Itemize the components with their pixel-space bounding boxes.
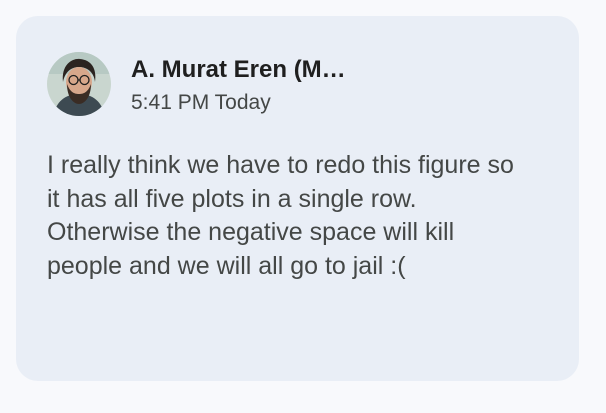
avatar[interactable] [47, 52, 111, 116]
comment-author: A. Murat Eren (M… [131, 56, 346, 83]
comment-text: I really think we have to redo this figu… [47, 151, 514, 280]
comment-timestamp: 5:41 PM Today [131, 91, 271, 114]
comment-card: A. Murat Eren (M… 5:41 PM Today I really… [16, 16, 579, 381]
user-avatar-icon [47, 52, 111, 116]
